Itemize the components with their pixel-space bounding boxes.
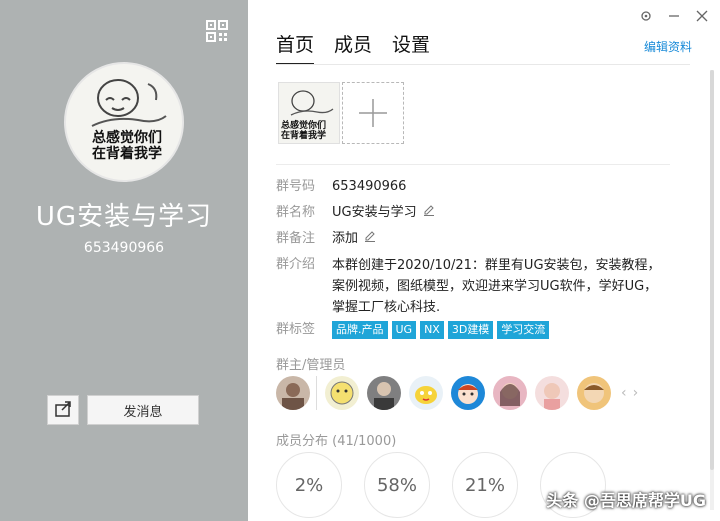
minimize-icon[interactable]: [668, 10, 680, 26]
admin-avatar[interactable]: [325, 376, 359, 410]
share-button[interactable]: [47, 395, 79, 425]
group-intro-label: 群介绍: [276, 257, 316, 272]
owner-separator: [316, 376, 317, 410]
group-number-label: 群号码: [276, 179, 316, 194]
chevron-left-icon[interactable]: ‹: [621, 385, 627, 401]
tag-item[interactable]: 品牌.产品: [332, 321, 388, 339]
group-tags-row: 群标签 品牌.产品 UG NX 3D建模 学习交流: [276, 320, 550, 340]
group-name-value: UG安装与学习: [332, 205, 417, 220]
scrollbar-thumb[interactable]: [710, 70, 714, 470]
admin-avatar[interactable]: [367, 376, 401, 410]
tab-members[interactable]: 成员: [334, 30, 372, 65]
tag-item[interactable]: UG: [391, 321, 417, 339]
admin-avatar[interactable]: [409, 376, 443, 410]
group-profile-panel: 总感觉你们 在背着我学 UG安装与学习 653490966 发消息: [0, 0, 248, 521]
group-avatar[interactable]: 总感觉你们 在背着我学: [64, 62, 184, 182]
group-name-row: 群名称 UG安装与学习: [276, 203, 435, 223]
avatar-caption: 总感觉你们 在背着我学: [92, 130, 162, 162]
group-name-label: 群名称: [276, 205, 316, 220]
group-id-text: 653490966: [83, 240, 165, 256]
admin-avatar[interactable]: [535, 376, 569, 410]
close-icon[interactable]: [696, 10, 708, 26]
scrollbar[interactable]: [710, 70, 714, 510]
group-photo-thumbnail[interactable]: 总感觉你们 在背着我学: [278, 82, 340, 144]
tab-home[interactable]: 首页: [276, 30, 315, 65]
distribution-stat[interactable]: 58%: [364, 452, 430, 518]
group-intro-row: 群介绍 本群创建于2020/10/21：群里有UG安装包，安装教程，案例视频，图…: [276, 255, 662, 318]
group-number-row: 群号码 653490966: [276, 177, 406, 197]
group-details-panel: 首页 成员 设置 编辑资料 总感觉你们 在背着我学 群号码 653490966 …: [248, 0, 720, 521]
edit-pencil-icon[interactable]: [423, 203, 435, 216]
group-remark-row: 群备注 添加: [276, 229, 376, 249]
edit-profile-link[interactable]: 编辑资料: [644, 38, 692, 55]
tag-item[interactable]: 学习交流: [497, 321, 550, 339]
admin-avatar[interactable]: [276, 376, 310, 410]
group-name-title: UG安装与学习: [35, 202, 213, 232]
tab-bar: 首页 成员 设置: [276, 30, 430, 65]
watermark: 头条 @吾思席帮学UG: [546, 491, 706, 510]
admin-avatar-list: ‹ ›: [276, 376, 638, 410]
distribution-stat[interactable]: 2%: [276, 452, 342, 518]
qr-code-icon[interactable]: [206, 20, 228, 42]
plus-icon: [359, 99, 387, 127]
window-controls: [640, 10, 708, 26]
admin-avatar[interactable]: [451, 376, 485, 410]
admins-label: 群主/管理员: [276, 358, 346, 373]
tag-list: 品牌.产品 UG NX 3D建模 学习交流: [332, 320, 550, 340]
admin-list-pager: ‹ ›: [621, 385, 638, 401]
admin-avatar[interactable]: [493, 376, 527, 410]
group-remark-label: 群备注: [276, 231, 316, 246]
admin-avatar[interactable]: [577, 376, 611, 410]
send-message-button[interactable]: 发消息: [87, 395, 199, 425]
edit-pencil-icon[interactable]: [364, 229, 376, 242]
add-photo-button[interactable]: [342, 82, 404, 144]
tab-settings[interactable]: 设置: [392, 30, 430, 65]
group-number-value: 653490966: [332, 179, 407, 194]
section-divider: [276, 164, 670, 165]
thumbnail-caption: 总感觉你们 在背着我学: [281, 121, 327, 141]
chevron-right-icon[interactable]: ›: [633, 385, 639, 401]
group-remark-value[interactable]: 添加: [332, 229, 358, 249]
tag-item[interactable]: 3D建模: [447, 321, 494, 339]
tab-divider: [276, 64, 690, 65]
distribution-stat[interactable]: 21%: [452, 452, 518, 518]
group-tags-label: 群标签: [276, 322, 316, 337]
settings-icon[interactable]: [640, 10, 652, 26]
share-icon: [55, 401, 71, 417]
tag-item[interactable]: NX: [420, 321, 444, 339]
member-distribution-label: 成员分布 (41/1000): [276, 434, 397, 449]
group-intro-value: 本群创建于2020/10/21：群里有UG安装包，安装教程，案例视频，图纸模型，…: [332, 258, 661, 315]
